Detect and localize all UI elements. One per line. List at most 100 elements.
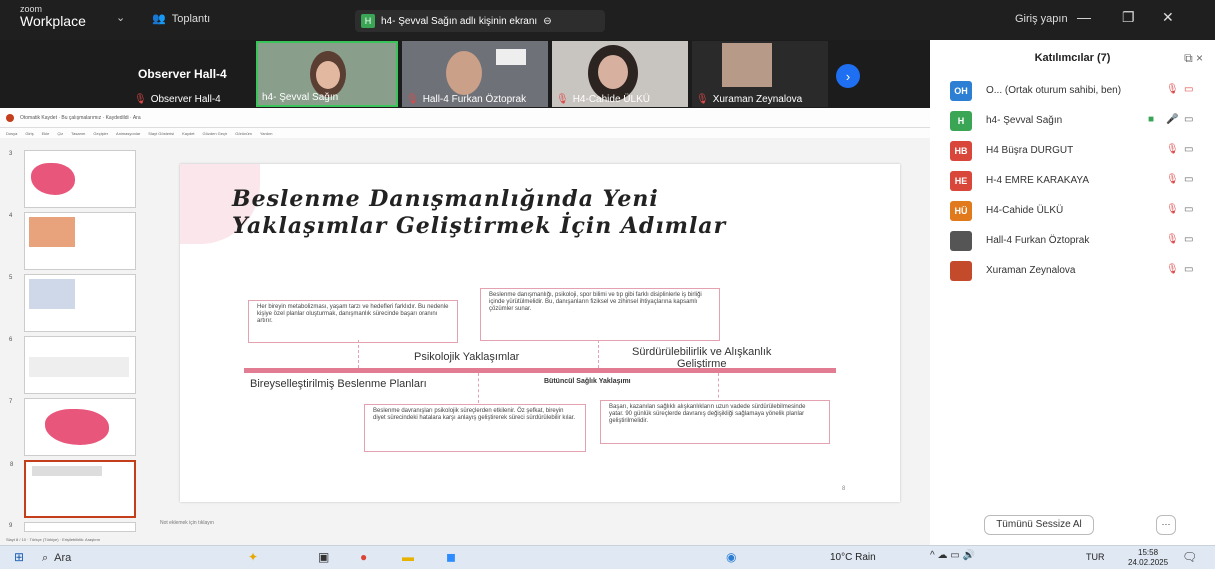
ribbon-tab[interactable]: Giriş [25, 131, 33, 136]
avatar: HE [950, 171, 972, 191]
ppt-ribbon-tabs: Dosya Giriş Ekle Çiz Tasarım Geçişler An… [0, 128, 930, 138]
mic-muted-icon: 🎙 [1166, 144, 1179, 155]
zoom-logo: zoom Workplace [20, 4, 86, 29]
video-icon: ▭ [1184, 114, 1194, 125]
chevron-right-icon: › [845, 68, 851, 84]
shared-screen: Otomatik Kaydet · Bu çalışmalarımız · Ka… [0, 108, 930, 545]
options-icon[interactable]: ⊖ [543, 16, 551, 27]
slide-title: Beslenme Danışmanlığında Yeni Yaklaşımla… [232, 186, 727, 239]
meeting-menu[interactable]: 👥 Toplantı [152, 12, 210, 26]
timeline-band [244, 368, 836, 373]
next-page-button[interactable]: › [836, 64, 860, 88]
mute-all-button[interactable]: Tümünü Sessize Al [984, 515, 1094, 535]
mic-muted-icon: 🎙 [696, 94, 709, 105]
windows-start-icon[interactable]: ⊞ [14, 550, 24, 564]
slide-thumbnail[interactable]: 9 [9, 522, 136, 532]
help-icon[interactable]: ◉ [726, 550, 736, 564]
participant-row[interactable]: HÜ H4-Cahide ÜLKÜ 🎙 ▭ [930, 196, 1215, 226]
clock[interactable]: 15:58 24.02.2025 [1128, 548, 1168, 568]
observer-tile[interactable]: Observer Hall-4 🎙 Observer Hall-4 [130, 41, 252, 107]
avatar: H [950, 111, 972, 131]
label-sustain: Sürdürülebilirlik ve Alışkanlık Geliştir… [632, 346, 772, 370]
popout-icon[interactable]: ⧉ [1184, 51, 1193, 65]
taskbar-search[interactable]: ⌕ Ara [42, 549, 192, 567]
login-button[interactable]: Giriş yapın [1015, 13, 1068, 25]
ribbon-tab[interactable]: Görünüm [235, 131, 252, 136]
ribbon-tab[interactable]: Yardım [260, 131, 273, 136]
ribbon-tab[interactable]: Dosya [6, 131, 17, 136]
ribbon-tab[interactable]: Animasyonlar [116, 131, 140, 136]
language-indicator[interactable]: TUR [1086, 552, 1105, 562]
mic-muted-icon: 🎙 [134, 94, 147, 105]
slide-thumbnails: 3 4 5 6 7 8 9 [0, 140, 150, 533]
slide-canvas: Beslenme Danışmanlığında Yeni Yaklaşımla… [180, 164, 900, 502]
system-tray-icons[interactable]: ^ ☁ ▭ 🔊 [930, 550, 975, 561]
video-tile[interactable]: h4- Şevval Sağın [256, 41, 398, 107]
video-icon: ▭ [1184, 264, 1194, 275]
video-tile[interactable]: 🎙 H4-Cahide ÜLKÜ [552, 41, 688, 107]
avatar: OH [950, 81, 972, 101]
mic-icon: 🎤 [1166, 114, 1179, 125]
share-avatar: H [361, 14, 375, 28]
avatar [950, 231, 972, 251]
participant-row[interactable]: Hall-4 Furkan Öztoprak 🎙 ▭ [930, 226, 1215, 256]
video-icon: ▭ [1184, 144, 1194, 155]
powerpoint-icon [6, 113, 14, 122]
video-off-icon: ▭ [1184, 84, 1194, 95]
weather-widget[interactable]: 10°C Rain [830, 552, 876, 563]
screen-share-status[interactable]: H h4- Şevval Sağın adlı kişinin ekranı ⊖ [355, 10, 605, 32]
mic-muted-icon: 🎙 [1166, 204, 1179, 215]
mic-muted-icon: 🎙 [556, 94, 569, 105]
participant-row[interactable]: H h4- Şevval Sağın ■ 🎤 ▭ [930, 106, 1215, 136]
screen-share-icon: ■ [1148, 114, 1155, 125]
slide-thumbnail[interactable]: 6 [9, 336, 136, 394]
slide-thumbnail[interactable]: 5 [9, 274, 136, 332]
notification-icon[interactable]: 🗨 [1182, 550, 1197, 564]
close-icon[interactable]: × [1196, 51, 1203, 65]
mic-muted-icon: 🎙 [1166, 84, 1179, 95]
label-psych: Psikolojik Yaklaşımlar [414, 351, 520, 363]
chrome-icon[interactable]: ● [360, 550, 367, 564]
minimize-icon[interactable]: — [1077, 9, 1091, 25]
ribbon-tab[interactable]: Gözden Geçir [203, 131, 228, 136]
mic-muted-icon: 🎙 [406, 94, 419, 105]
slide-thumbnail[interactable]: 7 [9, 398, 136, 456]
ribbon-tab[interactable]: Slayt Gösterisi [148, 131, 174, 136]
ribbon-tab[interactable]: Tasarım [71, 131, 85, 136]
search-icon: ⌕ [42, 551, 49, 564]
participant-row[interactable]: HE H-4 EMRE KARAKAYA 🎙 ▭ [930, 166, 1215, 196]
slide-thumbnail[interactable]: 3 [9, 150, 136, 208]
participant-row[interactable]: HB H4 Büşra DURGUT 🎙 ▭ [930, 136, 1215, 166]
more-button[interactable]: ··· [1156, 515, 1176, 535]
zoom-icon[interactable]: ◼ [446, 550, 456, 564]
file-explorer-icon[interactable]: ▬ [402, 550, 414, 564]
chevron-down-icon[interactable]: ⌄ [116, 11, 125, 24]
slide-thumbnail-selected[interactable]: 8 [10, 460, 136, 518]
title-bar: zoom Workplace ⌄ 👥 Toplantı H h4- Şevval… [0, 0, 1215, 40]
slide-thumbnail[interactable]: 4 [9, 212, 136, 270]
text-box: Beslenme davranışları psikolojik süreçle… [364, 404, 586, 452]
ribbon-tab[interactable]: Geçişler [93, 131, 108, 136]
avatar: HB [950, 141, 972, 161]
avatar [950, 261, 972, 281]
task-view-icon[interactable]: ▣ [318, 550, 329, 564]
participant-row[interactable]: Xuraman Zeynalova 🎙 ▭ [930, 256, 1215, 286]
label-personal: Bireyselleştirilmiş Beslenme Planları [250, 378, 427, 390]
video-icon: ▭ [1184, 174, 1194, 185]
text-box: Başarı, kazanılan sağlıklı alışkanlıklar… [600, 400, 830, 444]
ribbon-tab[interactable]: Çiz [57, 131, 63, 136]
slide-number: 8 [842, 486, 846, 492]
video-tile[interactable]: 🎙 Xuraman Zeynalova [692, 41, 828, 107]
text-box: Her bireyin metabolizması, yaşam tarzı v… [248, 300, 458, 343]
copilot-icon[interactable]: ✦ [248, 550, 258, 564]
notes-area[interactable]: Not eklemek için tıklayın [160, 520, 214, 526]
video-tile[interactable]: 🎙 Hall-4 Furkan Öztoprak [402, 41, 548, 107]
avatar: HÜ [950, 201, 972, 221]
video-icon: ▭ [1184, 204, 1194, 215]
ppt-titlebar: Otomatik Kaydet · Bu çalışmalarımız · Ka… [0, 108, 930, 128]
ribbon-tab[interactable]: Ekle [42, 131, 50, 136]
restore-icon[interactable]: ❐ [1122, 9, 1135, 26]
close-icon[interactable]: ✕ [1162, 9, 1174, 26]
participant-row[interactable]: OH O... (Ortak oturum sahibi, ben) 🎙 ▭ [930, 76, 1215, 106]
ribbon-tab[interactable]: Kaydet [182, 131, 194, 136]
